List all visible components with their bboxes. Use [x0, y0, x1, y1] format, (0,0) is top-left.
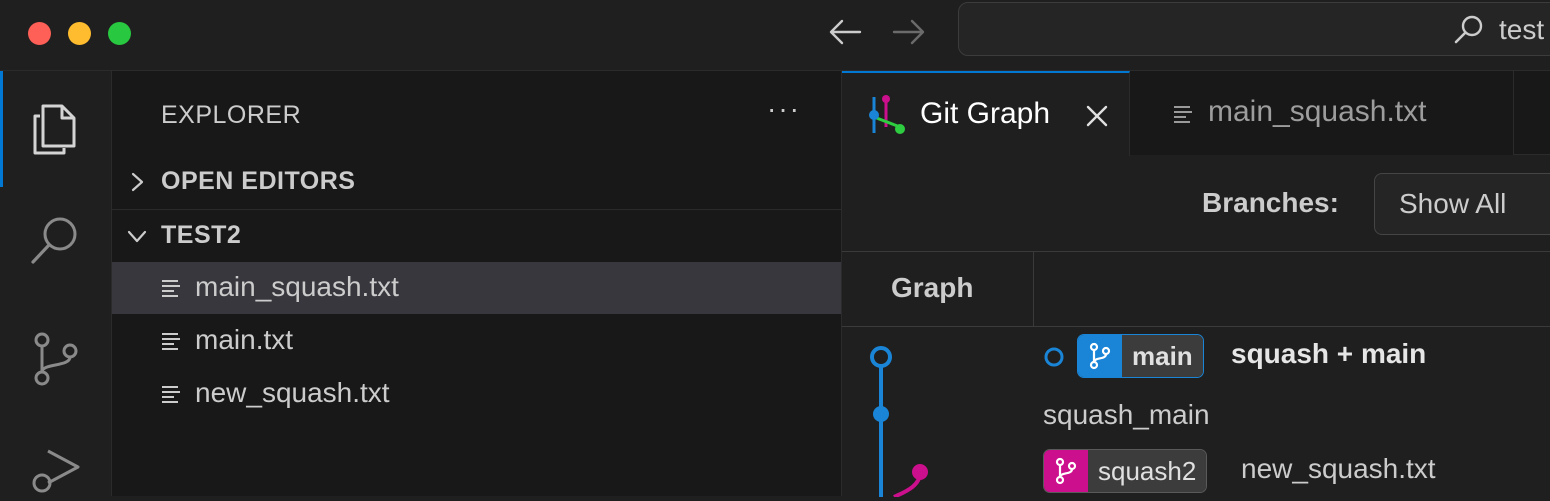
active-indicator — [0, 71, 3, 187]
file-item[interactable]: main_squash.txt — [112, 262, 841, 314]
section-open-editors[interactable]: OPEN EDITORS — [112, 157, 841, 209]
run-debug-icon[interactable] — [26, 437, 86, 497]
tab-label: Git Graph — [920, 97, 1051, 130]
commit-row[interactable]: squash_main — [842, 387, 1550, 445]
section-divider — [112, 209, 841, 210]
tab-bar: Git Graph main_squash.txt — [842, 71, 1550, 156]
commit-message: squash + main — [1231, 338, 1427, 369]
editor-area: Git Graph main_squash.txt Branches: Show… — [841, 71, 1550, 497]
explorer-sidebar: EXPLORER ··· OPEN EDITORS TEST2 main_squ… — [112, 71, 841, 496]
tab-git-graph[interactable]: Git Graph — [842, 71, 1130, 156]
search-icon[interactable] — [26, 212, 86, 272]
file-label: main.txt — [195, 324, 294, 355]
arrow-left-icon[interactable] — [826, 14, 866, 50]
branch-icon — [1078, 335, 1122, 377]
section-label: TEST2 — [161, 221, 242, 249]
chevron-down-icon — [127, 230, 147, 243]
command-center-search[interactable]: test — [958, 2, 1550, 56]
branches-dropdown[interactable]: Show All — [1374, 173, 1550, 235]
command-center-text: test — [1499, 14, 1545, 45]
branch-ref-name: squash2 — [1088, 450, 1207, 492]
branch-ref-badge[interactable]: squash2 — [1043, 449, 1208, 493]
file-item[interactable]: main.txt — [112, 315, 841, 367]
search-icon — [1454, 15, 1483, 44]
branch-icon — [1044, 450, 1088, 492]
files-icon[interactable] — [26, 98, 86, 158]
text-file-icon — [162, 333, 180, 350]
graph-table-header: Graph — [842, 252, 1550, 327]
head-indicator-icon — [1044, 347, 1064, 367]
branches-label: Branches: — [1202, 187, 1339, 218]
git-graph-toolbar: Branches: Show All — [842, 156, 1550, 252]
close-icon[interactable] — [1085, 104, 1109, 128]
activity-bar — [0, 71, 112, 496]
close-window-button[interactable] — [28, 22, 51, 45]
section-test2[interactable]: TEST2 — [112, 211, 841, 263]
title-bar: test — [0, 0, 1550, 71]
source-control-icon[interactable] — [26, 327, 86, 387]
file-label: new_squash.txt — [195, 377, 390, 408]
tab-main-squash[interactable]: main_squash.txt — [1130, 71, 1514, 155]
file-item[interactable]: new_squash.txt — [112, 368, 841, 420]
minimize-window-button[interactable] — [68, 22, 91, 45]
section-label: OPEN EDITORS — [161, 167, 356, 195]
chevron-right-icon — [131, 172, 144, 192]
column-divider[interactable] — [1033, 252, 1034, 327]
tab-label: main_squash.txt — [1208, 95, 1427, 128]
branches-value: Show All — [1399, 188, 1507, 219]
branch-ref-badge[interactable]: main — [1077, 334, 1204, 378]
branch-ref-name: main — [1122, 335, 1203, 377]
commit-message: squash_main — [1043, 399, 1210, 430]
text-file-icon — [162, 386, 180, 403]
sidebar-title: EXPLORER — [161, 101, 302, 129]
git-graph-icon — [869, 95, 905, 134]
text-file-icon — [1174, 106, 1192, 123]
file-label: main_squash.txt — [195, 271, 399, 302]
commit-message: new_squash.txt — [1241, 453, 1436, 484]
more-actions-button[interactable]: ··· — [767, 93, 801, 125]
arrow-right-icon[interactable] — [888, 14, 928, 50]
text-file-icon — [162, 280, 180, 297]
commit-row[interactable]: main squash + main — [842, 328, 1550, 386]
commit-row[interactable]: squash2 new_squash.txt — [842, 443, 1550, 501]
maximize-window-button[interactable] — [108, 22, 131, 45]
graph-column-header: Graph — [891, 272, 974, 303]
